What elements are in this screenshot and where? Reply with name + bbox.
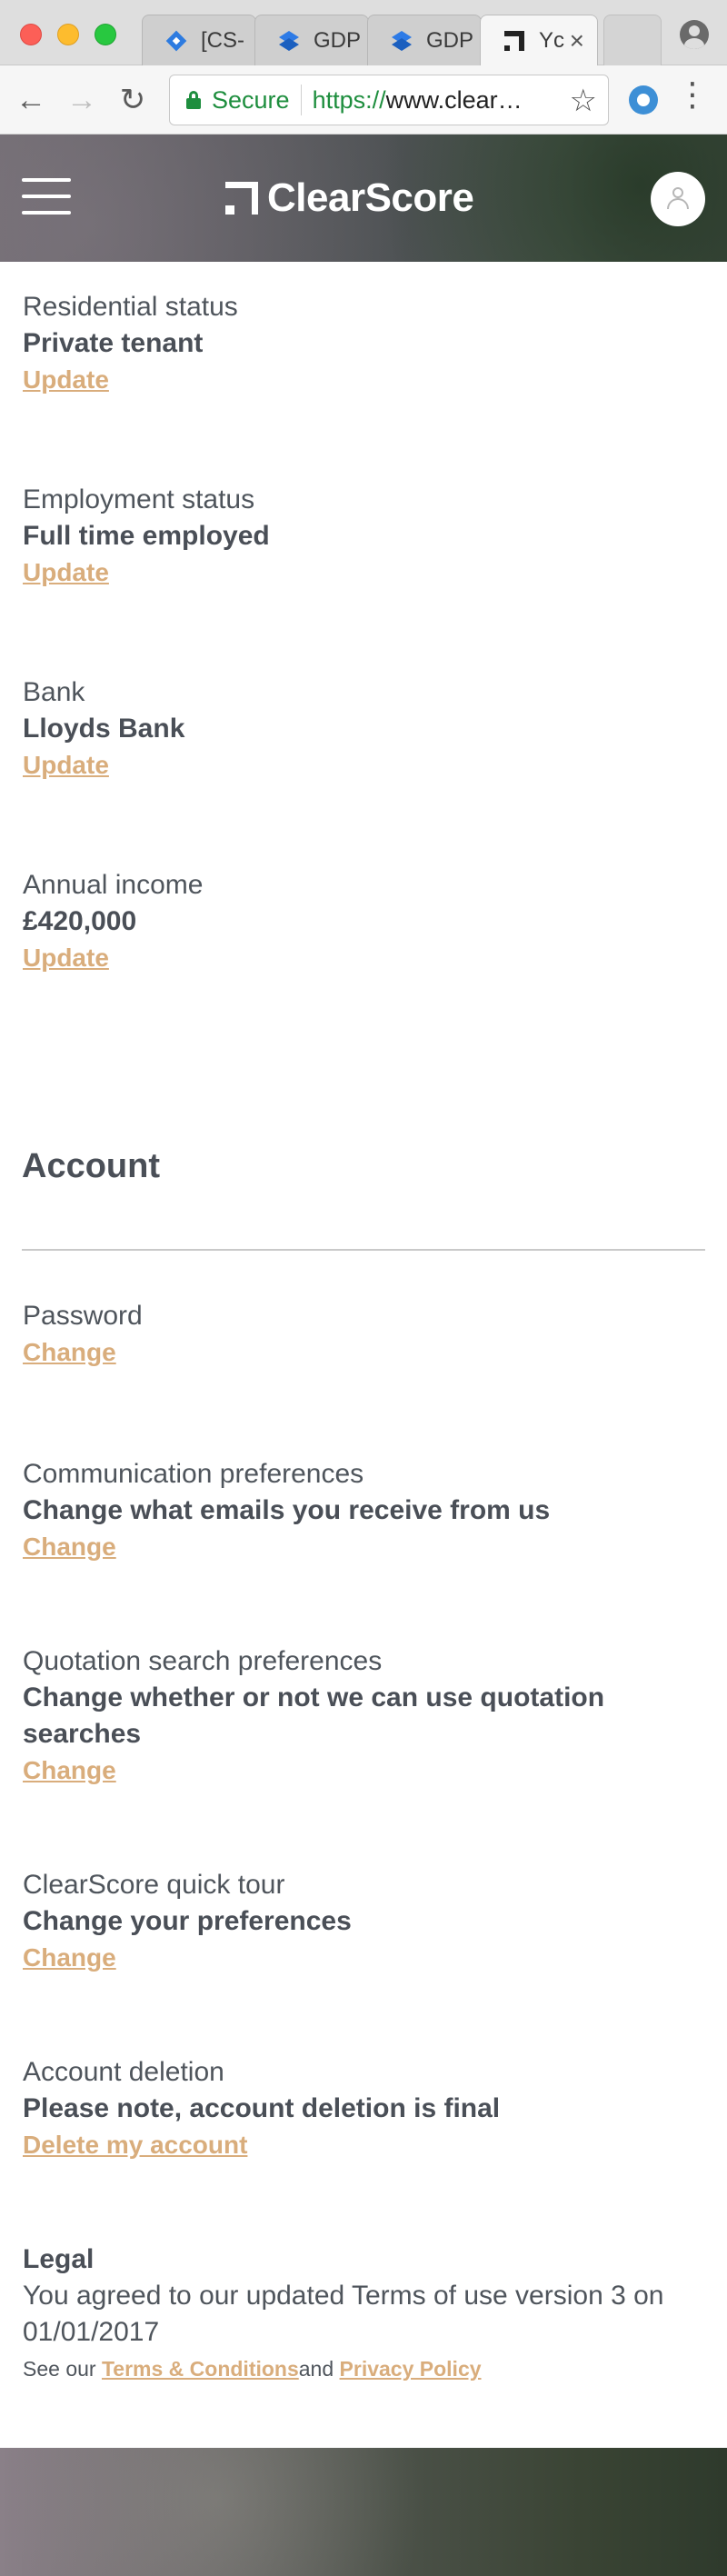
field-label: Password (23, 1301, 143, 1331)
back-button[interactable]: ← (13, 82, 49, 118)
residential-status-field: Residential status Private tenant Update (23, 289, 704, 398)
browser-menu-icon[interactable]: ⋮ (676, 78, 709, 111)
update-employment-link[interactable]: Update (23, 554, 109, 591)
tab-label: GDP (426, 27, 474, 53)
field-value: Lloyds Bank (23, 714, 185, 744)
legal-links: See our Terms & Conditionsand Privacy Po… (23, 2351, 704, 2387)
url-host: www.clear… (385, 85, 523, 114)
legal-text: You agreed to our updated Terms of use v… (23, 2281, 664, 2347)
field-label: Employment status (23, 484, 255, 514)
field-label: Residential status (23, 292, 238, 322)
bookmark-star-icon[interactable]: ☆ (570, 83, 597, 119)
reload-button[interactable]: ↻ (115, 82, 151, 118)
privacy-link[interactable]: Privacy Policy (340, 2357, 482, 2381)
jira-diamond-icon (165, 30, 187, 51)
field-value: Please note, account deletion is final (23, 2093, 501, 2123)
change-password-link[interactable]: Change (23, 1334, 116, 1371)
browser-toolbar: ← → ↻ Secure https://www.clear… ☆ ⋮ (0, 65, 727, 135)
url-text: https://www.clear… (313, 86, 523, 115)
field-value: £420,000 (23, 906, 137, 936)
omnibox-divider (300, 85, 302, 115)
field-value: Full time employed (23, 521, 270, 551)
legal-heading: Legal (23, 2244, 95, 2274)
address-bar[interactable]: Secure https://www.clear… ☆ (169, 75, 609, 125)
lock-icon (186, 91, 201, 109)
secure-label: Secure (212, 85, 290, 114)
close-tab-icon[interactable]: × (570, 26, 584, 55)
update-income-link[interactable]: Update (23, 940, 109, 976)
quotation-preferences-field: Quotation search preferences Change whet… (23, 1643, 704, 1789)
minimize-window-button[interactable] (57, 24, 79, 45)
delete-account-link[interactable]: Delete my account (23, 2127, 247, 2163)
field-value: Change whether or not we can use quotati… (23, 1682, 605, 1749)
maximize-window-button[interactable] (95, 24, 116, 45)
site-header: ClearScore (0, 135, 727, 262)
field-value: Change your preferences (23, 1906, 352, 1936)
brand-name: ClearScore (267, 175, 474, 220)
extension-icon[interactable] (629, 85, 658, 115)
password-field: Password Change (23, 1298, 704, 1371)
user-avatar-icon[interactable] (651, 172, 705, 226)
communication-preferences-field: Communication preferences Change what em… (23, 1456, 704, 1565)
account-section-title: Account (22, 1147, 160, 1185)
field-label: Communication preferences (23, 1459, 364, 1489)
clearscore-icon (504, 31, 524, 51)
dropbox-paper-icon (279, 30, 299, 51)
update-residential-link[interactable]: Update (23, 362, 109, 398)
browser-tab-bar: [CS- GDP GDP Yc × (0, 0, 727, 66)
field-label: Bank (23, 677, 85, 707)
legal-section: Legal You agreed to our updated Terms of… (23, 2242, 704, 2387)
field-value: Private tenant (23, 328, 204, 358)
clearscore-logo[interactable]: ClearScore (225, 173, 474, 224)
browser-tab-1[interactable]: [CS- (142, 15, 256, 65)
new-tab-button[interactable] (603, 15, 662, 65)
change-tour-link[interactable]: Change (23, 1940, 116, 1976)
browser-profile-icon[interactable] (680, 20, 709, 49)
quick-tour-field: ClearScore quick tour Change your prefer… (23, 1867, 704, 1976)
annual-income-field: Annual income £420,000 Update (23, 867, 704, 976)
browser-tab-3[interactable]: GDP (367, 15, 482, 65)
field-label: Quotation search preferences (23, 1646, 383, 1676)
bank-field: Bank Lloyds Bank Update (23, 674, 704, 784)
clearscore-logo-icon (225, 182, 258, 215)
tab-label: GDP (314, 27, 362, 53)
hamburger-menu-icon[interactable] (22, 178, 71, 215)
employment-status-field: Employment status Full time employed Upd… (23, 482, 704, 591)
see-our-text: See our (23, 2357, 102, 2381)
browser-tab-2[interactable]: GDP (254, 15, 369, 65)
and-text: and (298, 2357, 340, 2381)
url-scheme: https:// (312, 85, 386, 114)
terms-link[interactable]: Terms & Conditions (102, 2357, 299, 2381)
tab-label: [CS- (201, 27, 244, 53)
dropbox-paper-icon (392, 30, 412, 51)
field-label: Account deletion (23, 2057, 224, 2087)
browser-tab-active[interactable]: Yc × (480, 15, 598, 66)
footer-banner (0, 2448, 727, 2576)
field-value: Change what emails you receive from us (23, 1495, 551, 1525)
change-quotation-link[interactable]: Change (23, 1752, 116, 1789)
field-label: Annual income (23, 870, 204, 900)
forward-button[interactable]: → (64, 82, 100, 118)
section-divider (22, 1249, 705, 1251)
change-communication-link[interactable]: Change (23, 1529, 116, 1565)
tab-label: Yc (539, 28, 565, 53)
close-window-button[interactable] (20, 24, 42, 45)
field-label: ClearScore quick tour (23, 1870, 285, 1900)
update-bank-link[interactable]: Update (23, 747, 109, 784)
account-deletion-field: Account deletion Please note, account de… (23, 2054, 704, 2163)
